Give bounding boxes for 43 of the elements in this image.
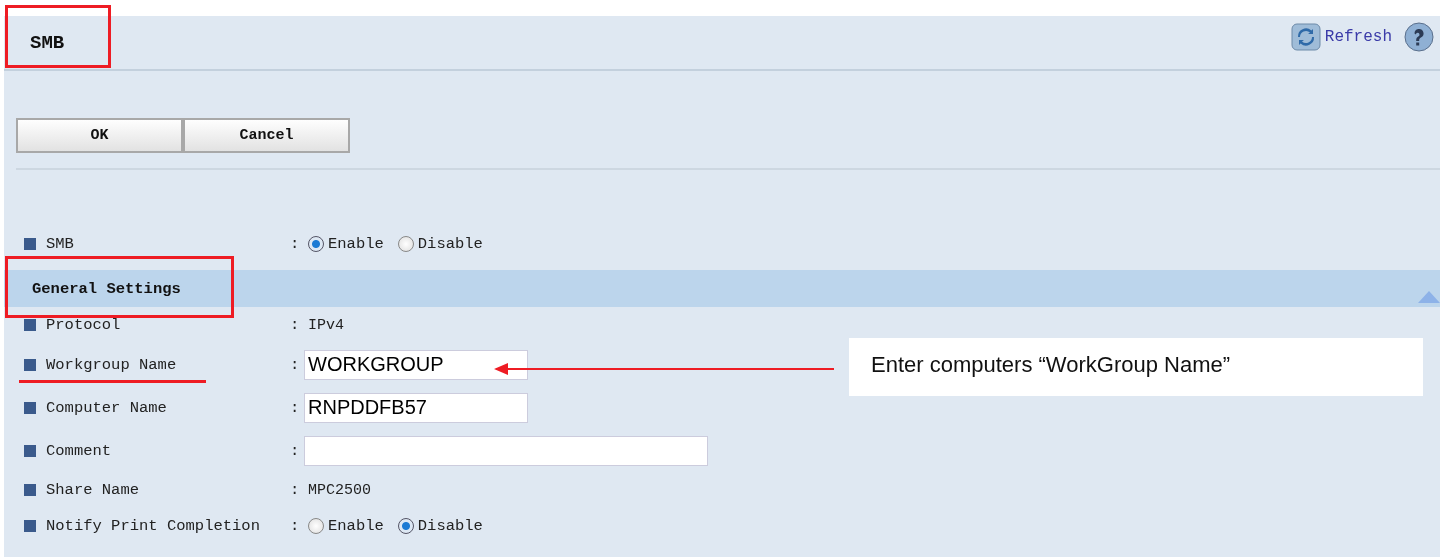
field-label: Workgroup Name (46, 355, 178, 374)
radio-button[interactable] (397, 236, 414, 252)
colon-separator: : (290, 481, 301, 499)
field-label: SMB (46, 235, 75, 253)
radio-label: Enable (328, 517, 384, 535)
action-button[interactable]: Cancel (183, 118, 350, 153)
callout-note: Enter computers “WorkGroup Name” (849, 338, 1423, 396)
bullet-icon (24, 238, 36, 250)
colon-separator: : (290, 235, 301, 253)
refresh-link[interactable]: Refresh (1324, 27, 1392, 46)
refresh-icon[interactable] (1290, 22, 1321, 51)
field-label: Share Name (46, 481, 140, 499)
colon-separator: : (290, 355, 301, 374)
field-label: Computer Name (46, 398, 168, 417)
bullet-icon (24, 358, 36, 371)
field-label: Protocol (46, 316, 122, 334)
bullet-icon (24, 484, 36, 496)
action-button[interactable]: OK (16, 118, 183, 153)
bullet-icon (24, 319, 36, 331)
radio-label: Disable (417, 235, 483, 253)
text-input[interactable] (304, 435, 708, 466)
radio-button[interactable] (308, 236, 324, 252)
text-input[interactable]: WORKGROUP (304, 349, 528, 380)
help-icon[interactable] (1404, 21, 1434, 52)
colon-separator: : (290, 441, 301, 460)
radio-button[interactable] (397, 518, 414, 534)
bullet-icon (24, 520, 36, 532)
section-header[interactable]: General Settings (4, 270, 1440, 307)
section-title: General Settings (32, 279, 181, 298)
bullet-icon (24, 444, 36, 457)
radio-label: Enable (328, 235, 384, 253)
field-value: MPC2500 (308, 481, 371, 499)
radio-label: Disable (417, 517, 483, 535)
text-input[interactable]: RNPDDFB57 (304, 392, 528, 423)
field-value: IPv4 (308, 316, 344, 334)
page-title: SMB (30, 31, 65, 54)
radio-button[interactable] (308, 518, 324, 534)
field-label: Notify Print Completion (46, 517, 261, 535)
field-label: Comment (46, 441, 113, 460)
colon-separator: : (290, 517, 301, 535)
colon-separator: : (290, 316, 301, 334)
bullet-icon (24, 401, 36, 414)
colon-separator: : (290, 398, 301, 417)
